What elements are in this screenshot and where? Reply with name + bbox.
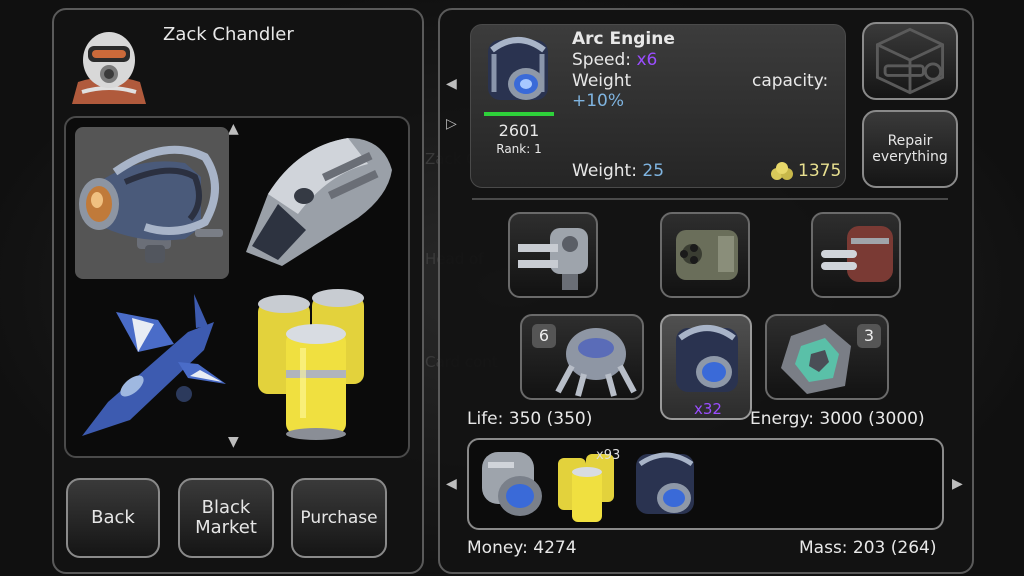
weight-bonus-value: +10% [572, 91, 625, 111]
gas-mask-astronaut-icon [72, 32, 146, 104]
module-count-badge: 3 [857, 324, 881, 348]
repair-everything-button[interactable]: Repair everything [862, 110, 958, 188]
capacity-label: capacity: [752, 71, 829, 91]
cargo-prev-icon[interactable]: ◀ [446, 476, 457, 492]
thruster-pod-icon [482, 452, 542, 516]
shop-item-arc-engine[interactable] [75, 127, 229, 279]
gold-coins-icon [771, 162, 793, 180]
money-stat: Money: 4274 [467, 538, 577, 558]
twin-cannon-icon [518, 228, 588, 290]
toolbox-icon [875, 27, 945, 95]
price-value: 1375 [798, 161, 842, 181]
energy-stat: Energy: 3000 (3000) [750, 409, 925, 429]
shop-item-fighter-ship[interactable] [78, 292, 228, 440]
cargo-item[interactable] [474, 444, 550, 524]
purchase-button[interactable]: Purchase [291, 478, 387, 558]
prev-arrow-icon[interactable]: ◀ [446, 76, 457, 92]
item-price: 1375 [770, 161, 841, 181]
fuel-cells-icon [258, 289, 364, 440]
weight-text: Weight: [572, 161, 637, 181]
item-speed: Speed: x6 [572, 50, 657, 70]
arc-engine-icon [488, 37, 548, 100]
item-name: Arc Engine [572, 29, 675, 49]
cargo-item[interactable] [628, 444, 704, 524]
player-name: Zack Chandler [163, 24, 294, 45]
item-score: 2601 [498, 121, 540, 140]
module-count-badge: 6 [532, 324, 556, 348]
item-detail-image [482, 30, 554, 108]
module-slot[interactable] [660, 212, 750, 298]
weight-bonus-label: Weight [572, 71, 632, 91]
module-slot-selected[interactable]: x32 [660, 314, 752, 420]
item-level-bar [484, 112, 554, 116]
back-button[interactable]: Back [66, 478, 160, 558]
module-slot[interactable] [508, 212, 598, 298]
hull-module-icon [246, 138, 392, 266]
item-level-fill [484, 112, 554, 116]
module-slot[interactable]: 6 [520, 314, 644, 400]
black-market-button[interactable]: Black Market [178, 478, 274, 558]
shop-item-fuel-cells[interactable] [250, 288, 382, 440]
avatar [68, 24, 150, 104]
triple-cannon-icon [676, 230, 738, 280]
weight-value: 25 [642, 161, 665, 181]
module-multiplier: x32 [694, 400, 722, 418]
arc-engine-icon [636, 452, 694, 514]
arc-engine-icon [79, 145, 223, 263]
fighter-ship-icon [82, 294, 226, 436]
arc-engine-icon [676, 325, 738, 392]
speed-label: Speed: [572, 50, 632, 70]
cargo-item[interactable]: x93 [552, 444, 622, 524]
cargo-count: x93 [596, 448, 621, 463]
scroll-down-icon[interactable]: ▼ [228, 434, 239, 450]
shop-item-hull-module[interactable] [238, 134, 396, 268]
divider [472, 198, 948, 200]
module-slot[interactable] [811, 212, 901, 298]
cargo-next-icon[interactable]: ▶ [952, 476, 963, 492]
mass-stat: Mass: 203 (264) [799, 538, 937, 558]
life-stat: Life: 350 (350) [467, 409, 593, 429]
speed-value: x6 [636, 50, 658, 70]
item-weight: Weight: 25 [572, 161, 664, 181]
module-slot[interactable]: 3 [765, 314, 889, 400]
rocket-launcher-icon [821, 226, 893, 282]
item-rank: Rank: 1 [496, 142, 542, 156]
next-arrow-icon[interactable]: ▷ [446, 116, 457, 132]
workshop-button[interactable] [862, 22, 958, 100]
